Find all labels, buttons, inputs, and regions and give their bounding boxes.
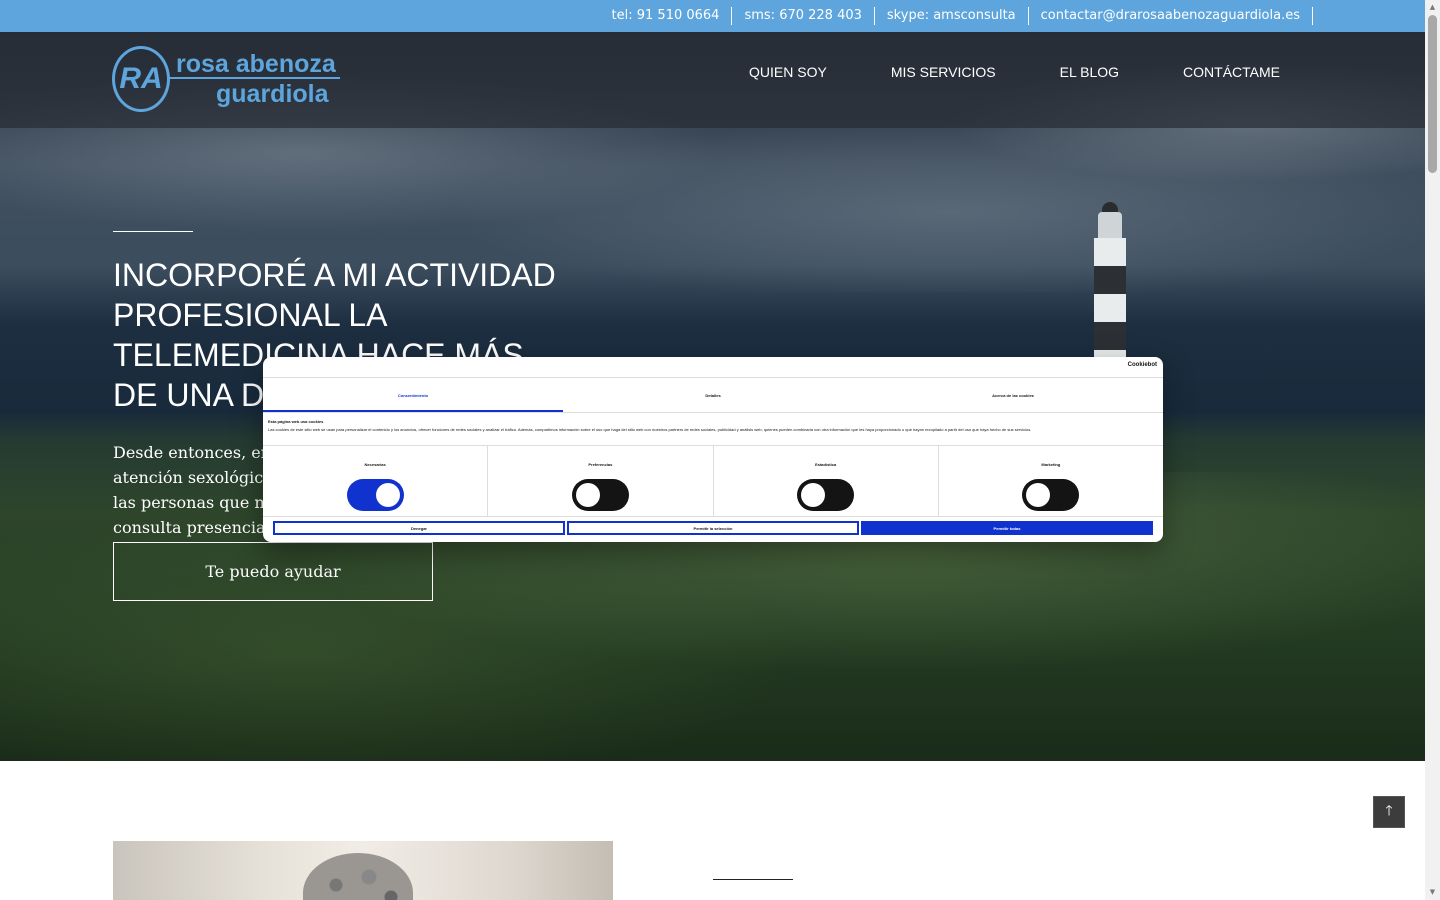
nav-quien-soy[interactable]: QUIEN SOY	[749, 64, 827, 80]
page-scrollbar[interactable]: ▲ ▼	[1425, 0, 1440, 900]
logo-line-1: rosa abenoza	[176, 50, 336, 78]
allow-selection-button[interactable]: Permitir la selección	[567, 521, 859, 535]
toggle-statistics: Estadística	[714, 446, 939, 516]
toggle-marketing: Marketing	[939, 446, 1163, 516]
topbar-skype[interactable]: skype: amsconsulta	[875, 7, 1029, 25]
toggle-necessary: Necesarias	[263, 446, 489, 516]
nav-contactame[interactable]: CONTÁCTAME	[1183, 64, 1280, 80]
cookie-description: Esta página web usa cookies Las cookies …	[263, 413, 1163, 446]
cookie-consent-dialog: Cookiebot Consentimiento Detalles Acerca…	[263, 357, 1163, 542]
topbar-email[interactable]: contactar@drarosaabenozaguardiola.es	[1029, 7, 1313, 25]
toggle-switch-statistics[interactable]	[797, 479, 855, 511]
cookie-toggles: Necesarias Preferencias Estadística Mark…	[263, 446, 1163, 517]
profile-photo	[113, 841, 613, 900]
toggle-label: Necesarias	[364, 462, 386, 467]
logo-text: rosa abenoza guardiola	[168, 50, 340, 107]
tab-details[interactable]: Detalles	[563, 378, 863, 412]
logo-line-2: guardiola	[168, 77, 340, 107]
allow-all-button[interactable]: Permitir todas	[861, 521, 1153, 535]
cookie-title: Esta página web usa cookies	[268, 419, 324, 424]
site-header: RA rosa abenoza guardiola QUIEN SOY MIS …	[0, 32, 1425, 128]
toggle-label: Marketing	[1041, 462, 1061, 467]
nav-mis-servicios[interactable]: MIS SERVICIOS	[891, 64, 996, 80]
scroll-down-icon[interactable]: ▼	[1425, 885, 1440, 900]
nav-el-blog[interactable]: EL BLOG	[1060, 64, 1119, 80]
main-nav: QUIEN SOY MIS SERVICIOS EL BLOG CONTÁCTA…	[685, 64, 1280, 80]
topbar-sms[interactable]: sms: 670 228 403	[732, 7, 875, 25]
cookie-text: Las cookies de este sitio web se usan pa…	[268, 427, 1032, 432]
cookie-dialog-header: Cookiebot	[263, 357, 1163, 378]
section-divider	[713, 879, 793, 880]
logo-mark-icon: RA	[112, 46, 170, 112]
cookiebot-logo: Cookiebot	[1127, 362, 1157, 368]
toggle-switch-preferences[interactable]	[571, 479, 629, 511]
tab-about-cookies[interactable]: Acerca de las cookies	[863, 378, 1163, 412]
cookie-tabs: Consentimiento Detalles Acerca de las co…	[263, 378, 1163, 413]
toggle-label: Estadística	[815, 462, 837, 467]
scroll-to-top-button[interactable]: 🡑	[1373, 796, 1405, 828]
deny-button[interactable]: Denegar	[273, 521, 565, 535]
cookie-buttons: Denegar Permitir la selección Permitir t…	[263, 517, 1163, 535]
scrollbar-thumb[interactable]	[1428, 15, 1437, 173]
arrow-up-icon: 🡑	[1385, 803, 1393, 819]
toggle-preferences: Preferencias	[488, 446, 714, 516]
site-logo[interactable]: RA rosa abenoza guardiola	[112, 44, 354, 114]
topbar-phone[interactable]: tel: 91 510 0664	[600, 7, 733, 25]
help-button[interactable]: Te puedo ayudar	[113, 542, 433, 601]
scroll-up-icon[interactable]: ▲	[1425, 0, 1440, 15]
tab-consent[interactable]: Consentimiento	[263, 378, 563, 412]
contact-topbar: tel: 91 510 0664 sms: 670 228 403 skype:…	[0, 0, 1425, 32]
toggle-switch-marketing[interactable]	[1022, 479, 1080, 511]
toggle-label: Preferencias	[588, 462, 613, 467]
hero-divider	[113, 231, 193, 232]
toggle-switch-necessary[interactable]	[346, 479, 404, 511]
